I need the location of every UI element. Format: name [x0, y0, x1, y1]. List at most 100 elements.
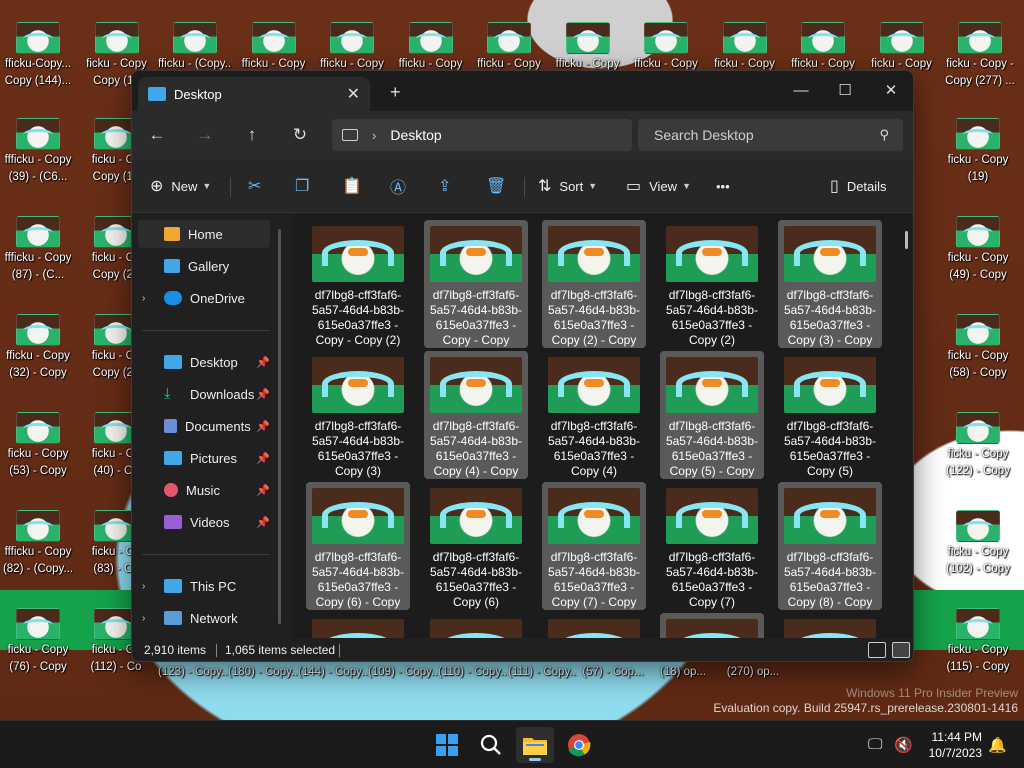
volume-muted-icon[interactable]: 🔇 — [894, 736, 913, 754]
desktop-file-icon[interactable]: ficku - Copy (58) - Copy — [942, 314, 1014, 392]
desktop-icon-label[interactable]: (180) - Copy... — [228, 665, 298, 679]
chevron-right-icon[interactable]: › — [142, 293, 145, 304]
paste-button[interactable]: 📋 — [342, 173, 370, 199]
sidebar-item-downloads[interactable]: ⤓ Downloads 📌 — [132, 380, 282, 408]
content-scrollbar[interactable] — [905, 231, 908, 249]
file-item[interactable]: df7lbg8-cff3faf6- 5a57-46d4-b83b- 615e0a37… — [424, 220, 528, 348]
clock[interactable]: 11:44 PM 10/7/2023 — [922, 729, 982, 761]
file-item[interactable] — [542, 613, 646, 638]
file-item[interactable] — [660, 613, 764, 638]
view-label: View — [649, 178, 678, 194]
chevron-right-icon[interactable]: › — [142, 581, 145, 592]
notification-bell-icon[interactable]: 🔔 — [988, 736, 1007, 754]
copy-button[interactable]: ❐ — [295, 173, 317, 199]
close-window-button[interactable]: ✕ — [868, 77, 913, 105]
chevron-right-icon[interactable]: › — [142, 613, 145, 624]
file-item[interactable]: df7lbg8-cff3faf6- 5a57-46d4-b83b- 615e0a37… — [542, 482, 646, 610]
desktop-icon-label[interactable]: (270) op... — [718, 665, 788, 679]
close-tab-icon[interactable]: ✕ — [347, 84, 360, 104]
new-tab-button[interactable]: + — [390, 82, 401, 103]
desktop-icon-label[interactable]: (111) - Copy... — [508, 665, 578, 679]
file-item[interactable]: df7lbg8-cff3faf6- 5a57-46d4-b83b- 615e0a37… — [306, 220, 410, 348]
search-input[interactable] — [654, 127, 854, 143]
details-view-toggle[interactable] — [868, 642, 886, 658]
desktop-icon-label[interactable]: (57) - Cop... — [578, 665, 648, 679]
address-location[interactable]: Desktop — [390, 127, 441, 143]
file-item[interactable]: df7lbg8-cff3faf6- 5a57-46d4-b83b- 615e0a37… — [660, 482, 764, 610]
desktop-icon-label[interactable]: (109) - Copy... — [368, 665, 438, 679]
desktop-file-icon[interactable]: fficku-Copy... Copy (144)... — [2, 22, 74, 100]
sidebar-item-onedrive[interactable]: › OneDrive — [132, 284, 282, 312]
search-button[interactable] — [472, 727, 510, 763]
more-options-button[interactable]: ••• — [716, 173, 730, 199]
cut-button[interactable]: ✂ — [248, 173, 269, 199]
sidebar-item-this-pc[interactable]: › This PC — [132, 572, 282, 600]
file-item[interactable]: df7lbg8-cff3faf6- 5a57-46d4-b83b- 615e0a37… — [306, 351, 410, 479]
desktop-file-icon[interactable]: ficku - Copy (76) - Copy — [2, 608, 74, 686]
new-button[interactable]: ⊕ New ▼ — [150, 173, 211, 199]
sidebar-scrollbar[interactable] — [278, 229, 281, 624]
chrome-taskbar-button[interactable] — [560, 727, 598, 763]
refresh-button[interactable]: ↻ — [287, 122, 313, 148]
desktop-file-icon[interactable]: ficku - Copy (122) - Copy — [942, 412, 1014, 490]
file-item[interactable]: df7lbg8-cff3faf6- 5a57-46d4-b83b- 615e0a37… — [660, 351, 764, 479]
desktop-icon-label[interactable]: (123) - Copy... — [158, 665, 228, 679]
sidebar-item-music[interactable]: Music 📌 — [132, 476, 282, 504]
sidebar-item-pictures[interactable]: Pictures 📌 — [132, 444, 282, 472]
sidebar-divider — [142, 554, 270, 555]
sort-button[interactable]: ⇅ Sort ▼ — [538, 173, 597, 199]
large-icons-view-toggle[interactable] — [892, 642, 910, 658]
back-button[interactable]: ← — [144, 122, 170, 148]
file-item[interactable] — [306, 613, 410, 638]
desktop-file-icon[interactable]: ficku - Copy (53) - Copy — [2, 412, 74, 490]
up-button[interactable]: ↑ — [239, 122, 265, 148]
image-thumbnail-icon — [956, 608, 1000, 640]
file-name-line: Copy - Copy (2) — [315, 333, 401, 347]
file-item[interactable]: df7lbg8-cff3faf6- 5a57-46d4-b83b- 615e0a37… — [660, 220, 764, 348]
desktop-file-icon[interactable]: ffficku - Copy (87) - (C... — [2, 216, 74, 294]
tab-desktop[interactable]: Desktop ✕ — [138, 77, 370, 111]
desktop-file-icon[interactable]: ficku - Copy (49) - Copy — [942, 216, 1014, 294]
minimize-button[interactable]: — — [778, 77, 824, 105]
desktop-icon-label[interactable]: (110) - Copy... — [438, 665, 508, 679]
sidebar-item-videos[interactable]: Videos 📌 — [132, 508, 282, 536]
maximize-button[interactable]: ☐ — [822, 77, 868, 105]
file-item[interactable]: df7lbg8-cff3faf6- 5a57-46d4-b83b- 615e0a37… — [424, 351, 528, 479]
sidebar-item-desktop[interactable]: Desktop 📌 — [132, 348, 282, 376]
start-button[interactable] — [428, 727, 466, 763]
file-item[interactable]: df7lbg8-cff3faf6- 5a57-46d4-b83b- 615e0a37… — [778, 220, 882, 348]
network-status-icon[interactable]: 🖵 — [868, 736, 882, 753]
search-box[interactable]: ⚲ — [638, 119, 903, 151]
details-button[interactable]: ▯ Details — [830, 173, 887, 199]
desktop-icon-label[interactable]: (144) - Copy... — [298, 665, 368, 679]
sidebar-item-home[interactable]: Home — [138, 220, 270, 248]
file-item[interactable]: df7lbg8-cff3faf6- 5a57-46d4-b83b- 615e0a37… — [542, 351, 646, 479]
desktop-icon-label[interactable]: (18) op... — [648, 665, 718, 679]
desktop-file-icon[interactable]: ficku - Copy (19) — [942, 118, 1014, 196]
file-item[interactable]: df7lbg8-cff3faf6- 5a57-46d4-b83b- 615e0a37… — [778, 482, 882, 610]
delete-button[interactable]: 🗑 — [486, 173, 514, 199]
file-item[interactable]: df7lbg8-cff3faf6- 5a57-46d4-b83b- 615e0a37… — [542, 220, 646, 348]
file-name-line: 615e0a37ffe3 - — [671, 318, 753, 332]
chevron-right-icon[interactable]: › — [372, 128, 376, 143]
address-path[interactable]: › Desktop — [332, 119, 632, 151]
file-explorer-taskbar-button[interactable] — [516, 727, 554, 763]
sidebar-item-network[interactable]: › Network — [132, 604, 282, 632]
file-item[interactable] — [424, 613, 528, 638]
sidebar-item-documents[interactable]: Documents 📌 — [132, 412, 282, 440]
desktop-file-icon[interactable]: ffficku - Copy (82) - (Copy... — [2, 510, 74, 588]
desktop-file-icon[interactable]: ffficku - Copy (39) - (C6... — [2, 118, 74, 196]
sidebar-item-gallery[interactable]: Gallery — [132, 252, 282, 280]
view-button[interactable]: ▭ View ▼ — [626, 173, 691, 199]
file-item[interactable] — [778, 613, 882, 638]
file-item[interactable]: df7lbg8-cff3faf6- 5a57-46d4-b83b- 615e0a37… — [306, 482, 410, 610]
file-item[interactable]: df7lbg8-cff3faf6- 5a57-46d4-b83b- 615e0a37… — [424, 482, 528, 610]
share-button[interactable]: ⇪ — [438, 173, 459, 199]
desktop-file-icon[interactable]: ficku - Copy (102) - Copy — [942, 510, 1014, 588]
desktop-file-icon[interactable]: fficku - Copy (32) - Copy — [2, 314, 74, 392]
file-item[interactable]: df7lbg8-cff3faf6- 5a57-46d4-b83b- 615e0a37… — [778, 351, 882, 479]
rename-button[interactable]: Ⓐ — [390, 173, 414, 199]
desktop-file-icon[interactable]: ficku - Copy (115) - Copy — [942, 608, 1014, 686]
desktop-file-icon[interactable]: ficku - Copy - Copy (277) ... — [944, 22, 1016, 100]
forward-button[interactable]: → — [192, 122, 218, 148]
